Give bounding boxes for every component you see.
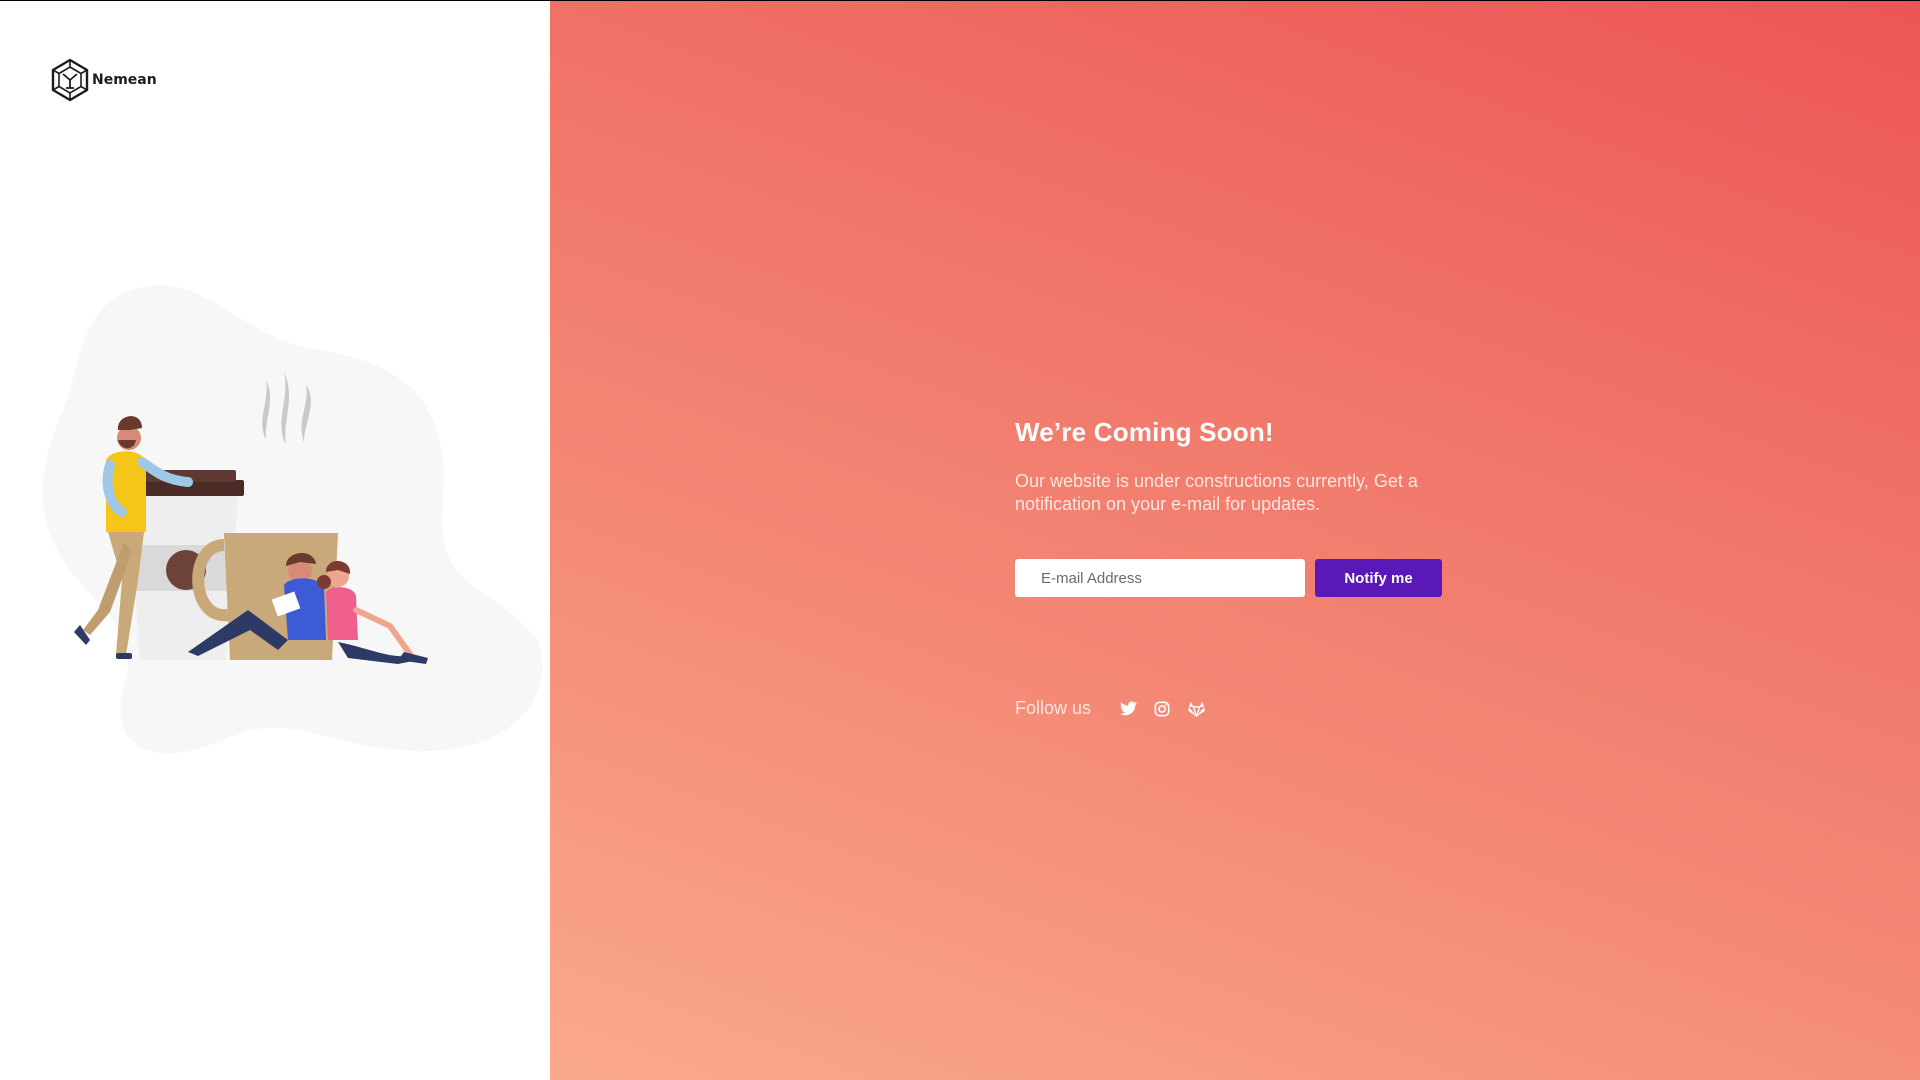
left-panel: Nemean [0,0,550,1080]
coffee-people-illustration [42,284,543,754]
follow-label: Follow us [1015,698,1092,718]
brand-name: Nemean [92,72,157,88]
hero-content: We’re Coming Soon! Our website is under … [1015,417,1495,718]
page-subtitle: Our website is under constructions curre… [1015,471,1418,514]
social-links: Follow us [1015,698,1221,719]
top-border [0,0,1920,1]
twitter-icon[interactable] [1119,700,1137,718]
gitlab-icon[interactable] [1187,700,1205,718]
email-input[interactable] [1015,559,1305,597]
brand-logo-link[interactable]: Nemean [50,58,157,102]
notify-form: Notify me [1015,559,1442,597]
instagram-icon[interactable] [1153,700,1171,718]
notify-button[interactable]: Notify me [1315,559,1442,597]
hero-panel: We’re Coming Soon! Our website is under … [550,0,1920,1080]
page-title: We’re Coming Soon! [1015,417,1274,447]
nemean-logo-icon [51,58,89,102]
